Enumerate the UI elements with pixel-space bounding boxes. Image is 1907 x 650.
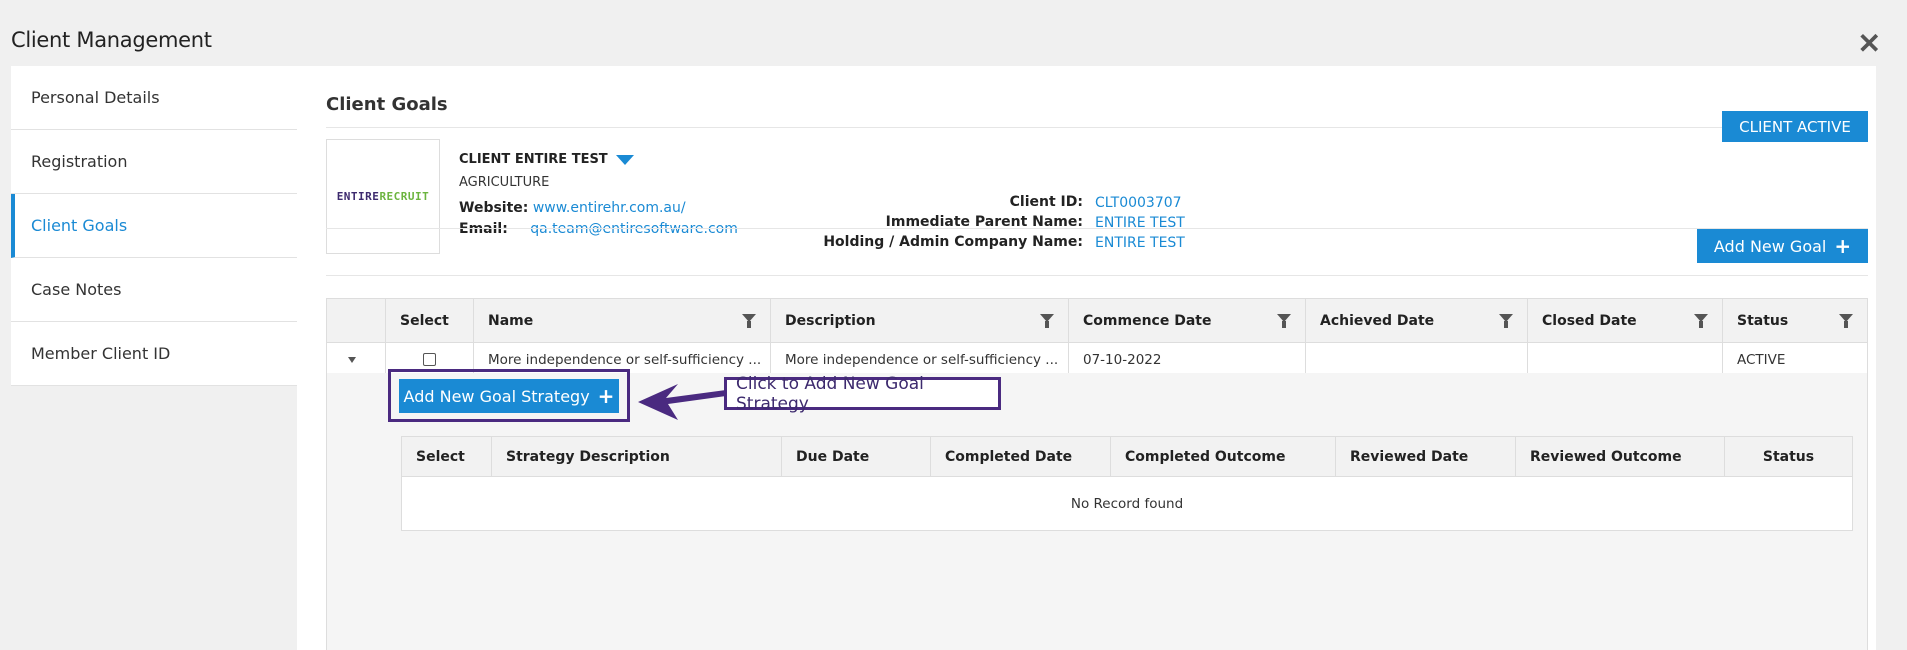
- sidebar-item-personal-details[interactable]: Personal Details: [11, 66, 297, 130]
- row-commence-date: 07-10-2022: [1069, 343, 1306, 376]
- website-row: Website: www.entirehr.com.au/: [459, 200, 686, 216]
- expand-caret-icon[interactable]: [348, 356, 356, 363]
- header-select: Select: [386, 299, 474, 342]
- client-name-row: CLIENT ENTIRE TEST: [459, 152, 634, 167]
- email-label: Email:: [459, 221, 508, 237]
- st-header-select: Select: [402, 437, 492, 476]
- st-header-reviewed-date: Reviewed Date: [1336, 437, 1516, 476]
- strategy-table-header: Select Strategy Description Due Date Com…: [402, 437, 1852, 477]
- sidebar-item-label: Member Client ID: [31, 344, 171, 363]
- row-closed-date: [1528, 343, 1723, 376]
- goals-table-header: Select Name Description Commence Date Ac…: [327, 299, 1867, 343]
- email-row: Email: qa.team@entiresoftware.com: [459, 221, 738, 237]
- add-new-goal-button[interactable]: Add New Goal +: [1697, 229, 1868, 263]
- empty-state-message: No Record found: [1070, 495, 1184, 512]
- divider: [326, 127, 1868, 128]
- header-commence-date[interactable]: Commence Date: [1069, 299, 1306, 342]
- sidebar-item-label: Client Goals: [31, 216, 128, 235]
- modal-title: Client Management: [11, 28, 212, 52]
- logo-part-1: ENTIRE: [336, 190, 380, 203]
- sidebar-item-label: Case Notes: [31, 280, 122, 299]
- header-closed-date[interactable]: Closed Date: [1528, 299, 1723, 342]
- filter-icon[interactable]: [1040, 314, 1054, 328]
- divider: [326, 275, 1868, 276]
- logo-text: ENTIRERECRUIT: [337, 190, 430, 203]
- holding-company-label: Holding / Admin Company Name:: [823, 234, 1083, 250]
- client-id-value[interactable]: CLT0003707: [1095, 195, 1182, 211]
- st-header-completed-date: Completed Date: [931, 437, 1111, 476]
- row-description: More independence or self-sufficiency ..…: [771, 343, 1069, 376]
- annotation-highlight-box: [388, 369, 630, 422]
- close-icon[interactable]: ✕: [1858, 30, 1881, 58]
- filter-icon[interactable]: [1839, 314, 1853, 328]
- plus-icon: +: [1834, 234, 1852, 258]
- sidebar: Personal Details Registration Client Goa…: [11, 66, 298, 650]
- section-title: Client Goals: [326, 94, 448, 115]
- goals-table: Select Name Description Commence Date Ac…: [326, 298, 1868, 378]
- header-expand: [327, 299, 386, 342]
- main-content: Client Goals ENTIRERECRUIT CLIENT ENTIRE…: [297, 66, 1876, 650]
- st-header-status: Status: [1762, 448, 1815, 465]
- sidebar-item-case-notes[interactable]: Case Notes: [11, 258, 297, 322]
- strategy-table: Select Strategy Description Due Date Com…: [401, 436, 1853, 531]
- header-status[interactable]: Status: [1723, 299, 1867, 342]
- header-name[interactable]: Name: [474, 299, 771, 342]
- client-name: CLIENT ENTIRE TEST: [459, 152, 608, 167]
- row-status: ACTIVE: [1737, 351, 1786, 368]
- filter-icon[interactable]: [1499, 314, 1513, 328]
- add-new-goal-label: Add New Goal: [1713, 236, 1827, 256]
- header-description[interactable]: Description: [771, 299, 1069, 342]
- st-header-strategy-description: Strategy Description: [492, 437, 782, 476]
- sidebar-item-label: Personal Details: [31, 88, 160, 107]
- modal-header: Client Management ✕: [0, 0, 1907, 66]
- website-link[interactable]: www.entirehr.com.au/: [533, 200, 686, 216]
- divider: [326, 228, 1868, 229]
- client-active-button[interactable]: CLIENT ACTIVE: [1722, 111, 1868, 142]
- holding-company-value[interactable]: ENTIRE TEST: [1095, 235, 1185, 251]
- sidebar-item-registration[interactable]: Registration: [11, 130, 297, 194]
- header-achieved-date[interactable]: Achieved Date: [1306, 299, 1528, 342]
- client-logo: ENTIRERECRUIT: [326, 139, 440, 254]
- filter-icon[interactable]: [1694, 314, 1708, 328]
- st-header-reviewed-outcome: Reviewed Outcome: [1516, 437, 1725, 476]
- filter-icon[interactable]: [742, 314, 756, 328]
- sidebar-item-member-client-id[interactable]: Member Client ID: [11, 322, 297, 386]
- row-achieved-date: [1306, 343, 1528, 376]
- annotation-arrow-icon: [638, 384, 726, 420]
- client-id-label: Client ID:: [1009, 194, 1083, 210]
- caret-down-icon[interactable]: [615, 154, 634, 165]
- st-header-due-date: Due Date: [782, 437, 931, 476]
- filter-icon[interactable]: [1277, 314, 1291, 328]
- st-header-completed-outcome: Completed Outcome: [1111, 437, 1336, 476]
- row-expand-cell: [327, 343, 386, 376]
- website-label: Website:: [459, 200, 529, 216]
- sidebar-item-client-goals[interactable]: Client Goals: [11, 194, 298, 258]
- annotation-callout: Click to Add New Goal Strategy: [724, 374, 1001, 414]
- row-select-checkbox[interactable]: [423, 353, 436, 366]
- email-link[interactable]: qa.team@entiresoftware.com: [530, 221, 738, 237]
- arrow-shape: [638, 384, 726, 420]
- logo-part-2: RECRUIT: [379, 190, 430, 203]
- client-industry: AGRICULTURE: [459, 175, 550, 190]
- sidebar-item-label: Registration: [31, 152, 128, 171]
